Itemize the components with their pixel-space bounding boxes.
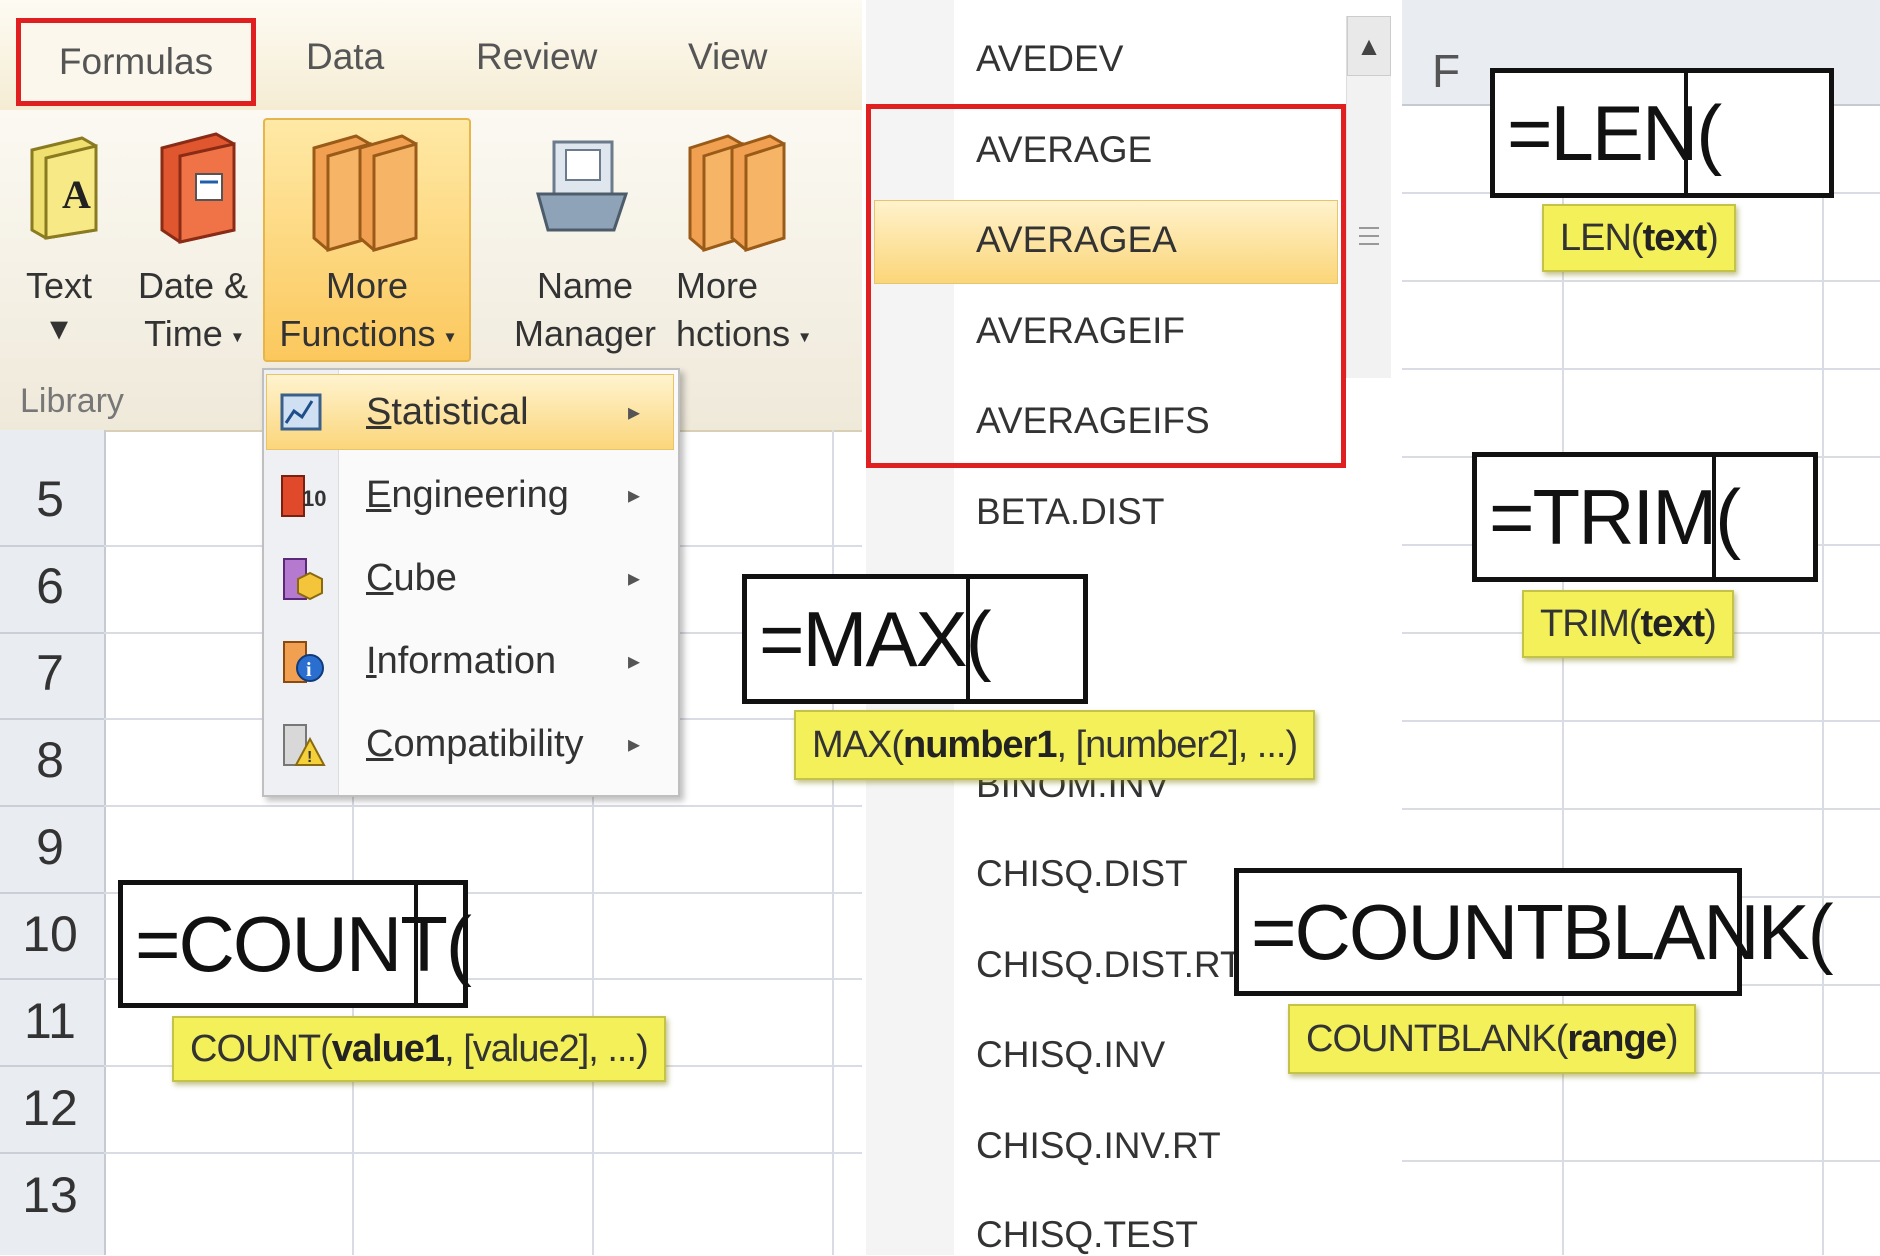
date-time-label-2: Time ▾: [144, 313, 242, 354]
excel-left-panel: Formulas Data Review View A Text ▾ Date …: [0, 0, 862, 1255]
functions-books-icon: [688, 134, 786, 253]
row-number[interactable]: 13: [0, 1166, 100, 1224]
cell-divider: [966, 574, 970, 704]
formula-cell-countblank[interactable]: =COUNTBLANK(: [1234, 868, 1834, 996]
menu-item-statistical[interactable]: Statistical ▸: [264, 372, 678, 452]
chevron-right-icon: ▸: [628, 481, 641, 509]
function-item[interactable]: CHISQ.INV: [976, 1034, 1165, 1076]
cell-divider: [1712, 452, 1716, 582]
ribbon-group-label: Library: [20, 382, 124, 420]
more-functions-2-label-2: hctions ▾: [676, 313, 810, 354]
tab-view[interactable]: View: [688, 36, 768, 78]
menu-item-cube[interactable]: Cube ▸: [264, 538, 678, 618]
text-button[interactable]: A Text ▾: [14, 126, 104, 356]
chevron-down-icon: ▾: [800, 326, 810, 347]
formula-cell-max[interactable]: =MAX(: [742, 574, 1088, 704]
function-item[interactable]: BETA.DIST: [976, 491, 1164, 533]
chevron-right-icon: ▸: [628, 398, 641, 426]
name-manager-icon: [536, 140, 629, 232]
name-manager-button[interactable]: Name Manager: [500, 126, 670, 356]
formula-text: =COUNTBLANK(: [1251, 887, 1834, 976]
function-item[interactable]: CHISQ.TEST: [976, 1214, 1198, 1256]
menu-item-label: Statistical: [366, 390, 529, 433]
tooltip-max-syntax: MAX(number1, [number2], ...): [794, 710, 1316, 780]
row-number[interactable]: 5: [0, 470, 100, 528]
tooltip-len-syntax: LEN(text): [1542, 204, 1736, 272]
function-list-scrollbar[interactable]: ▲: [1346, 16, 1391, 378]
name-manager-label-2: Manager: [513, 313, 657, 354]
menu-item-label: Information: [366, 639, 557, 682]
row-number[interactable]: 12: [0, 1079, 100, 1137]
formula-text: =COUNT(: [135, 899, 472, 988]
tab-formulas[interactable]: Formulas: [16, 18, 256, 106]
function-item[interactable]: CHISQ.DIST.RT: [976, 944, 1243, 986]
tab-review[interactable]: Review: [476, 36, 597, 78]
tooltip-trim-syntax: TRIM(text): [1522, 590, 1734, 658]
svg-text:101: 101: [302, 486, 326, 511]
cell-divider: [1684, 68, 1688, 198]
scroll-thumb-grip-icon[interactable]: [1357, 216, 1381, 256]
text-book-icon: A: [30, 136, 98, 240]
scroll-up-icon[interactable]: ▲: [1347, 16, 1391, 76]
tab-data[interactable]: Data: [306, 36, 384, 78]
svg-text:A: A: [62, 172, 91, 217]
row-number[interactable]: 8: [0, 731, 100, 789]
more-functions-menu: Statistical ▸ 101 Engineering ▸ Cube ▸ i…: [262, 368, 680, 797]
compatibility-warning-icon: !: [283, 724, 326, 766]
cube-icon: [283, 558, 323, 601]
cell-divider: [414, 880, 418, 1008]
more-functions-button-2[interactable]: More hctions ▾: [676, 126, 862, 356]
more-functions-2-label-1: More: [676, 265, 759, 306]
chevron-right-icon: ▸: [628, 730, 641, 758]
chevron-down-icon: ▾: [445, 326, 455, 347]
function-item[interactable]: AVEDEV: [976, 38, 1123, 80]
date-time-label-1: Date &: [137, 265, 249, 306]
date-time-button[interactable]: Date & Time ▾: [128, 126, 258, 356]
menu-item-label: Engineering: [366, 473, 569, 516]
more-functions-label-1: More: [325, 265, 409, 306]
chevron-right-icon: ▸: [628, 647, 641, 675]
tooltip-countblank-syntax: COUNTBLANK(range): [1288, 1004, 1696, 1074]
information-icon: i: [283, 641, 324, 683]
more-functions-label-2: Functions ▾: [279, 313, 455, 354]
more-functions-button[interactable]: More Functions ▾: [264, 126, 470, 356]
average-functions-outline: [866, 104, 1346, 468]
name-manager-label-1: Name: [536, 265, 634, 306]
row-number[interactable]: 11: [0, 992, 100, 1050]
row-number[interactable]: 6: [0, 557, 100, 615]
row-number[interactable]: 7: [0, 644, 100, 702]
chevron-right-icon: ▸: [628, 564, 641, 592]
function-item[interactable]: CHISQ.INV.RT: [976, 1125, 1221, 1167]
tooltip-count-syntax: COUNT(value1, [value2], ...): [172, 1016, 666, 1082]
menu-item-label: Compatibility: [366, 722, 584, 765]
row-number[interactable]: 9: [0, 818, 100, 876]
svg-text:i: i: [306, 659, 312, 681]
function-item[interactable]: CHISQ.DIST: [976, 853, 1188, 895]
row-number[interactable]: 10: [0, 905, 100, 963]
text-button-label: Text: [25, 265, 93, 306]
column-letter[interactable]: F: [1432, 44, 1460, 98]
menu-item-engineering[interactable]: 101 Engineering ▸: [264, 455, 678, 535]
formula-text: =TRIM(: [1489, 472, 1741, 561]
ribbon-tab-bar: Formulas Data Review View: [0, 0, 862, 110]
calendar-book-icon: [160, 132, 236, 244]
svg-text:!: !: [307, 749, 312, 766]
formula-text: =LEN(: [1507, 88, 1722, 177]
statistical-icon: [280, 393, 322, 431]
chevron-down-icon: ▾: [49, 307, 69, 348]
formula-cell-len[interactable]: =LEN(: [1490, 68, 1834, 198]
chevron-down-icon: ▾: [232, 326, 242, 347]
menu-item-label: Cube: [366, 556, 457, 599]
menu-item-compatibility[interactable]: ! Compatibility ▸: [264, 704, 678, 784]
engineering-icon: 101: [281, 475, 326, 517]
functions-books-icon: [312, 134, 418, 252]
menu-item-information[interactable]: i Information ▸: [264, 621, 678, 701]
formula-cell-trim[interactable]: =TRIM(: [1472, 452, 1818, 582]
formula-text: =MAX(: [759, 594, 992, 683]
